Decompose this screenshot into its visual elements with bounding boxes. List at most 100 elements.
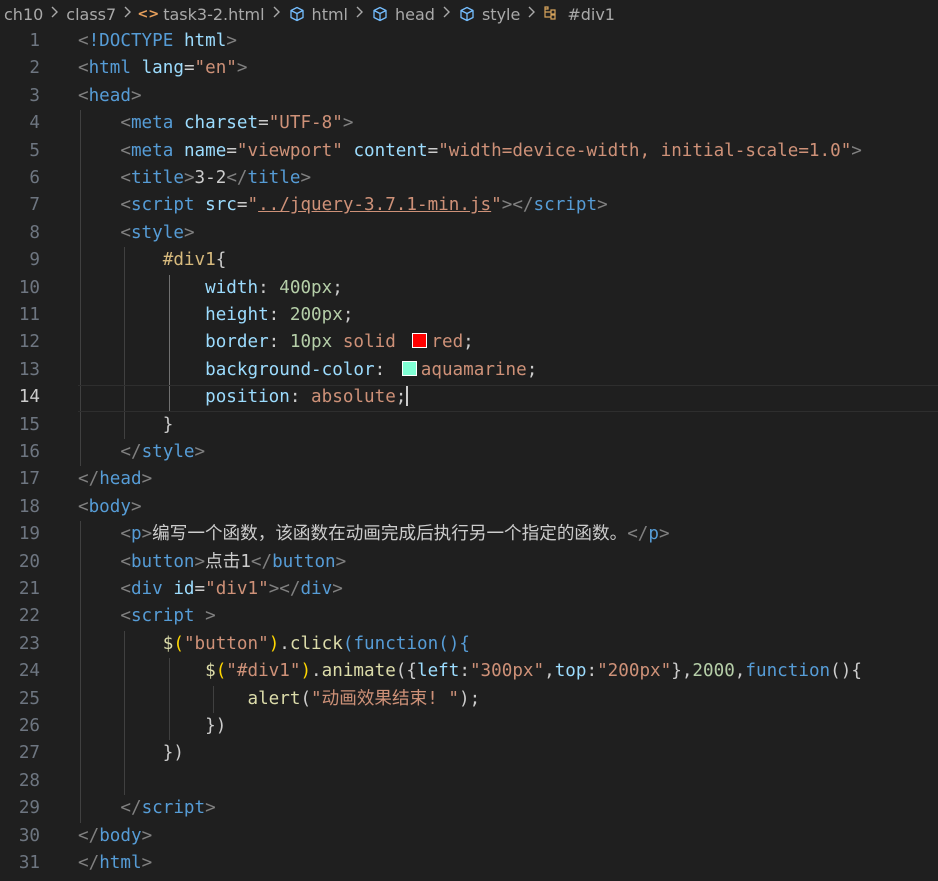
token-punc: </ [250, 551, 273, 572]
code-line[interactable]: 16 </style> [0, 439, 938, 466]
token-tag: script [130, 195, 195, 216]
token-punc: > [205, 606, 216, 627]
code-line[interactable]: 24 $("#div1").animate({left:"300px",top:… [0, 658, 938, 685]
code-line[interactable]: 27 }) [0, 740, 938, 767]
code-line[interactable]: 9 #div1{ [0, 247, 938, 274]
breadcrumb-item-1[interactable]: class7 [66, 5, 139, 24]
token-num: 200px [289, 305, 343, 325]
token-punc: > [236, 58, 248, 79]
code-line[interactable]: 5 <meta name="viewport" content="width=d… [0, 138, 938, 165]
chevron-right-icon [442, 6, 451, 22]
color-swatch-icon[interactable] [401, 360, 417, 376]
token-punc: > [658, 524, 670, 545]
code-text: <script > [78, 603, 216, 630]
code-line[interactable]: 11 height: 200px; [0, 302, 938, 329]
code-line[interactable]: 31 </html> [0, 850, 938, 877]
code-line[interactable]: 8 <style> [0, 220, 938, 247]
code-line[interactable]: 7 <script src="../jquery-3.7.1-min.js"><… [0, 192, 938, 219]
breadcrumb-item-6[interactable]: #div1 [543, 5, 615, 24]
code-line[interactable]: 13 background-color: aquamarine; [0, 357, 938, 384]
token-link[interactable]: ../jquery-3.7.1-min.js [258, 195, 491, 215]
code-editor[interactable]: 1 <!DOCTYPE html> 2 <html lang="en"> 3 <head>… [0, 28, 938, 881]
token-punc: < [120, 524, 131, 545]
token-attr: id [173, 579, 195, 599]
code-line[interactable]: 19 <p>编写一个函数，该函数在动画完成后执行另一个指定的函数。</p> [0, 521, 938, 548]
code-text: <html lang="en"> [78, 55, 248, 82]
code-line[interactable]: 3 <head> [0, 83, 938, 110]
breadcrumb-label: #div1 [567, 4, 615, 24]
code-line[interactable]: 4 <meta charset="UTF-8"> [0, 110, 938, 137]
token-punc: > [130, 85, 142, 106]
code-line[interactable]: 1 <!DOCTYPE html> [0, 28, 938, 55]
token-num: 400px [279, 277, 333, 298]
line-number: 24 [18, 661, 40, 682]
token-tag: script [130, 606, 195, 627]
code-line[interactable]: 23 $("button").click(function(){ [0, 631, 938, 658]
breadcrumb-item-3[interactable]: html [288, 5, 371, 24]
breadcrumb-item-2[interactable]: <> task3-2.html [137, 5, 287, 24]
token-tag: html [99, 853, 142, 873]
code-line[interactable]: 20 <button>点击1</button> [0, 549, 938, 576]
token-text: = [258, 113, 269, 134]
token-kw: (){ [438, 633, 470, 654]
breadcrumb-label: style [481, 4, 521, 24]
line-number: 2 [29, 58, 40, 79]
token-text: 3-2 [194, 168, 227, 188]
token-tag: p [648, 524, 659, 545]
code-line[interactable]: 12 border: 10px solid red; [0, 329, 938, 356]
token-text: }, [671, 661, 693, 682]
token-punc: > [300, 168, 312, 188]
code-line[interactable]: 30 </body> [0, 823, 938, 850]
code-line[interactable]: 29 </script> [0, 795, 938, 822]
token-fn: $ [162, 633, 174, 654]
token-prop: background-color [205, 359, 375, 380]
code-line[interactable]: 25 alert("动画效果结束! "); [0, 686, 938, 713]
code-line[interactable]: 6 <title>3-2</title> [0, 165, 938, 192]
token-punc: > [342, 113, 354, 134]
code-text: </body> [78, 823, 152, 850]
code-line[interactable]: 15 } [0, 412, 938, 439]
code-text: <p>编写一个函数，该函数在动画完成后执行另一个指定的函数。</p> [78, 521, 670, 548]
code-line[interactable]: 10 width: 400px; [0, 275, 938, 302]
code-line[interactable]: 28 [0, 768, 938, 795]
code-line[interactable]: 21 <div id="div1"></div> [0, 576, 938, 603]
code-line[interactable]: 2 <html lang="en"> [0, 55, 938, 82]
token-text: : [459, 661, 470, 682]
token-text: ; [463, 332, 474, 353]
code-line[interactable]: 17 </head> [0, 466, 938, 493]
token-punc: > [205, 798, 216, 819]
token-text: , [734, 661, 746, 682]
color-swatch-icon[interactable] [412, 333, 428, 349]
token-punc: > [194, 442, 206, 462]
line-number: 10 [18, 277, 40, 298]
line-number: 14 [18, 387, 40, 408]
token-punc: < [78, 496, 89, 517]
code-text: <script src="../jquery-3.7.1-min.js"></s… [78, 192, 607, 219]
token-punc: > [335, 551, 347, 572]
breadcrumb-item-0[interactable]: ch10 [4, 5, 66, 24]
breadcrumb-item-5[interactable]: style [458, 5, 543, 24]
token-str: solid [342, 332, 396, 353]
token-str: "viewport" [236, 140, 343, 161]
token-punc: > [130, 496, 142, 517]
code-text: $("button").click(function(){ [78, 631, 470, 658]
code-line[interactable]: 18 <body> [0, 494, 938, 521]
token-tag: p [130, 524, 142, 545]
token-str: "动画效果结束! " [311, 688, 459, 709]
token-tag: !DOCTYPE [88, 31, 174, 51]
code-line[interactable]: 14 position: absolute; [0, 384, 938, 411]
code-line[interactable]: 26 }) [0, 713, 938, 740]
code-line[interactable]: 22 <script > [0, 603, 938, 630]
token-attr: src [205, 195, 237, 216]
token-attr: content [353, 140, 428, 161]
breadcrumb-item-4[interactable]: head [371, 5, 458, 24]
